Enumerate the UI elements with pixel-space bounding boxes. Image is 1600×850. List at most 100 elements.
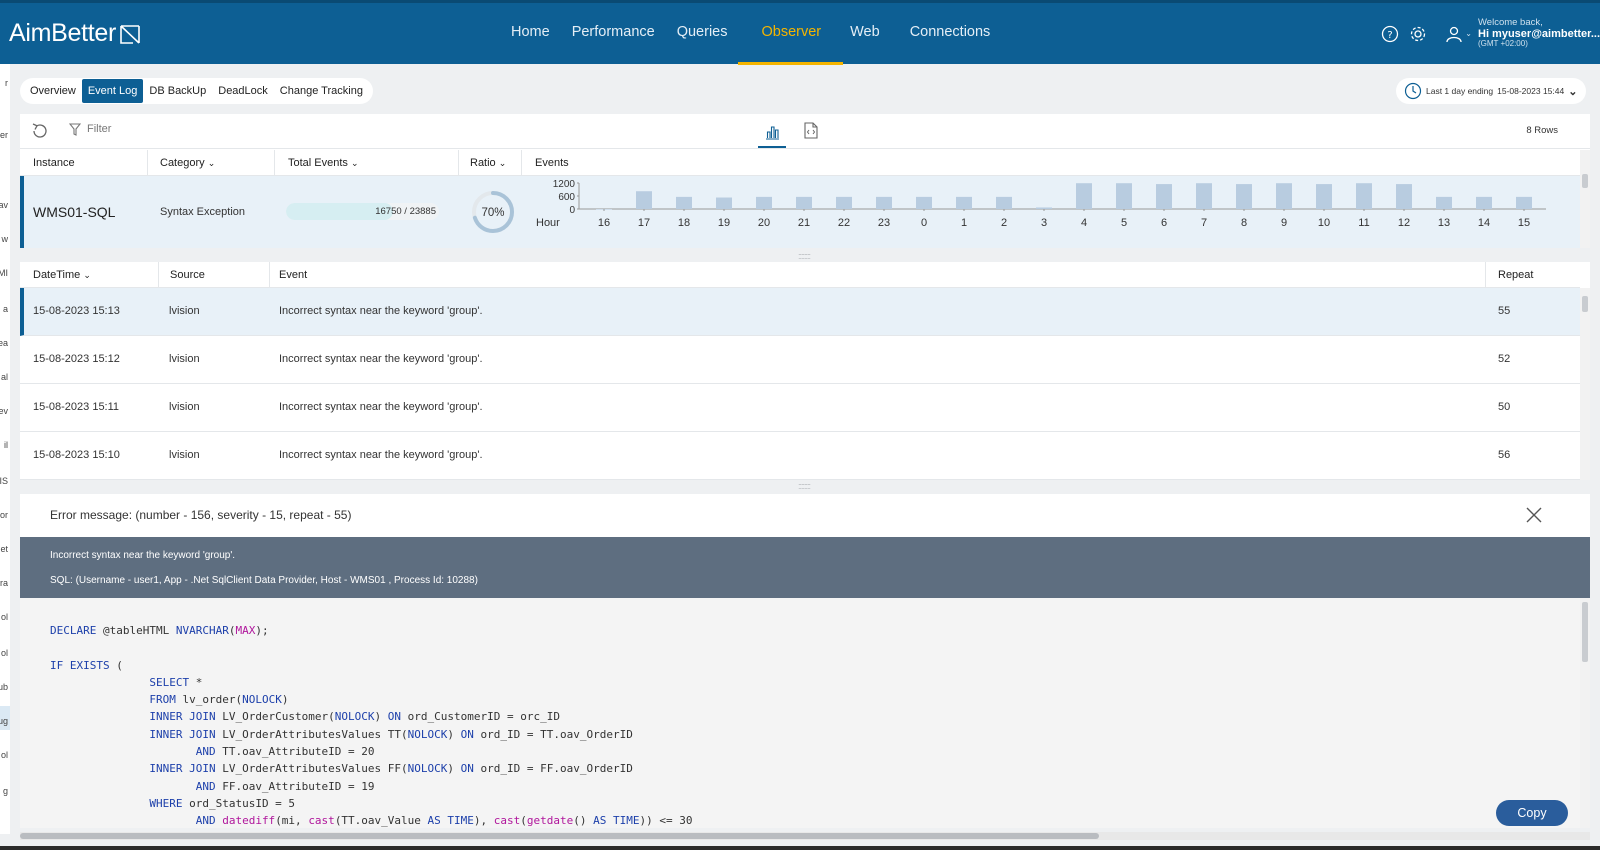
sidebar-item-label[interactable]: il (4, 440, 8, 450)
chevron-down-icon: ⌄ (1568, 85, 1578, 98)
event-source: lvision (169, 401, 200, 413)
sql-code-viewer[interactable]: DECLARE @tableHTML NVARCHAR(MAX); IF EXI… (20, 598, 1590, 828)
event-datetime: 15-08-2023 15:13 (33, 305, 120, 317)
sidebar-item-label[interactable]: ub (0, 682, 8, 692)
scrollbar-thumb[interactable] (20, 833, 1099, 839)
sidebar-item-label[interactable]: et (0, 544, 8, 554)
chart-x-tick-label: 0 (921, 217, 927, 229)
col-ratio[interactable]: Ratio ⌄ (470, 150, 506, 176)
col-source[interactable]: Source (170, 262, 205, 288)
code-document-icon[interactable] (803, 122, 819, 139)
scrollbar-thumb[interactable] (1582, 296, 1588, 312)
tab-db-backup[interactable]: DB BackUp (143, 79, 212, 103)
sidebar-item-label[interactable]: ea (0, 338, 8, 348)
col-datetime[interactable]: DateTime ⌄ (33, 262, 91, 288)
filter-label[interactable]: Filter (87, 123, 111, 135)
sidebar-item-label[interactable]: av (0, 200, 8, 210)
chart-x-tick-label: 9 (1281, 217, 1287, 229)
event-source: lvision (169, 449, 200, 461)
sidebar-item-label[interactable]: ol (1, 750, 8, 760)
chart-x-tick-label: 8 (1241, 217, 1247, 229)
col-instance[interactable]: Instance (33, 150, 75, 176)
user-menu-chevron-icon[interactable]: ⌄ (1465, 29, 1472, 38)
chart-bar (1196, 183, 1212, 209)
sidebar-item-label[interactable]: MI (0, 268, 8, 278)
chart-bar (916, 196, 932, 209)
nav-home[interactable]: Home (500, 3, 561, 64)
chart-x-tick-label: 2 (1001, 217, 1007, 229)
sidebar-item-label[interactable]: IS (0, 476, 8, 486)
tab-overview[interactable]: Overview (24, 79, 82, 103)
refresh-icon[interactable] (30, 121, 50, 141)
tab-event-log[interactable]: Event Log (81, 79, 144, 103)
nav-performance[interactable]: Performance (561, 3, 666, 64)
code-vertical-scrollbar[interactable] (1580, 598, 1590, 828)
sidebar-item-label[interactable]: a (3, 304, 8, 314)
sidebar-item-label[interactable]: ol (1, 612, 8, 622)
row-count: 8 Rows (1526, 125, 1558, 136)
chart-x-tick-label: 4 (1081, 217, 1087, 229)
scrollbar-thumb[interactable] (1582, 602, 1588, 662)
sidebar-item-label[interactable]: r (5, 78, 8, 88)
app-logo[interactable]: AimBetter (9, 19, 143, 48)
nav-queries[interactable]: Queries (666, 3, 739, 64)
column-divider (1485, 262, 1486, 288)
event-row[interactable]: 15-08-2023 15:13 lvision Incorrect synta… (20, 288, 1580, 336)
code-horizontal-scrollbar[interactable] (20, 832, 1590, 840)
sidebar-item-label[interactable]: g (3, 786, 8, 796)
sidebar-item-label[interactable]: er (0, 130, 8, 140)
filter-icon[interactable] (69, 123, 81, 137)
sidebar-item-label[interactable]: w (2, 234, 9, 244)
settings-gear-icon[interactable] (1407, 23, 1429, 45)
copy-button[interactable]: Copy (1496, 800, 1568, 826)
sidebar-item-label[interactable]: ev (0, 406, 8, 416)
events-vertical-scrollbar[interactable] (1580, 288, 1590, 480)
instance-row[interactable]: WMS01-SQL Syntax Exception 16750 / 23885… (20, 176, 1580, 248)
chart-x-tick-label: 20 (758, 217, 770, 229)
tab-deadlock[interactable]: DeadLock (212, 79, 274, 103)
sidebar-item-label[interactable]: al (1, 372, 8, 382)
nav-connections[interactable]: Connections (899, 3, 1002, 64)
events-table-header: DateTime ⌄ Source Event Repeat (20, 262, 1580, 288)
panel-resize-handle[interactable]: :::::::: (790, 482, 818, 491)
event-repeat: 50 (1498, 401, 1511, 413)
date-range-picker[interactable]: Last 1 day ending 15-08-2023 15:44 ⌄ (1396, 78, 1586, 104)
col-total-events[interactable]: Total Events ⌄ (288, 150, 359, 176)
error-sql-info: SQL: (Username - user1, App - .Net SqlCl… (50, 575, 478, 586)
chart-x-axis-label: Hour (536, 217, 560, 229)
event-repeat: 55 (1498, 305, 1511, 317)
instances-vertical-scrollbar[interactable] (1580, 150, 1590, 248)
chart-y-tick-label: 1200 (553, 179, 576, 190)
event-datetime: 15-08-2023 15:11 (33, 401, 120, 413)
sidebar-item-label[interactable]: or (0, 510, 8, 520)
sidebar-item-label[interactable]: ra (0, 578, 8, 588)
tab-change-tracking[interactable]: Change Tracking (274, 79, 369, 103)
chart-view-toggle[interactable] (758, 118, 786, 148)
col-ratio-label: Ratio (470, 157, 496, 169)
chart-bar (636, 191, 652, 209)
top-navigation-bar: AimBetter Home Performance Queries Obser… (0, 0, 1600, 65)
col-event[interactable]: Event (279, 262, 307, 288)
user-icon[interactable] (1443, 23, 1465, 45)
sidebar-item-label[interactable]: ug (0, 716, 8, 726)
welcome-block[interactable]: Welcome back, Hi myuser@aimbetter.... (G… (1478, 17, 1600, 49)
chart-bar (716, 197, 732, 209)
nav-observer[interactable]: Observer (738, 3, 843, 65)
event-row[interactable]: 15-08-2023 15:10 lvision Incorrect synta… (20, 432, 1580, 480)
scrollbar-thumb[interactable] (1582, 174, 1588, 188)
logo-text: AimBetter (9, 19, 117, 47)
event-message: Incorrect syntax near the keyword 'group… (279, 449, 483, 461)
col-category[interactable]: Category ⌄ (160, 150, 215, 176)
sidebar-item-label[interactable]: ol (1, 648, 8, 658)
col-repeat[interactable]: Repeat (1498, 262, 1533, 288)
nav-web[interactable]: Web (843, 3, 899, 64)
column-divider (274, 150, 275, 176)
panel-resize-handle[interactable]: :::::::: (790, 252, 818, 261)
error-detail-header: Error message: (number - 156, severity -… (20, 494, 1590, 537)
chart-bar (876, 196, 892, 209)
chart-x-tick-label: 17 (638, 217, 650, 229)
help-icon[interactable]: ? (1379, 23, 1401, 45)
close-icon[interactable] (1526, 507, 1542, 523)
event-row[interactable]: 15-08-2023 15:12 lvision Incorrect synta… (20, 336, 1580, 384)
event-row[interactable]: 15-08-2023 15:11 lvision Incorrect synta… (20, 384, 1580, 432)
